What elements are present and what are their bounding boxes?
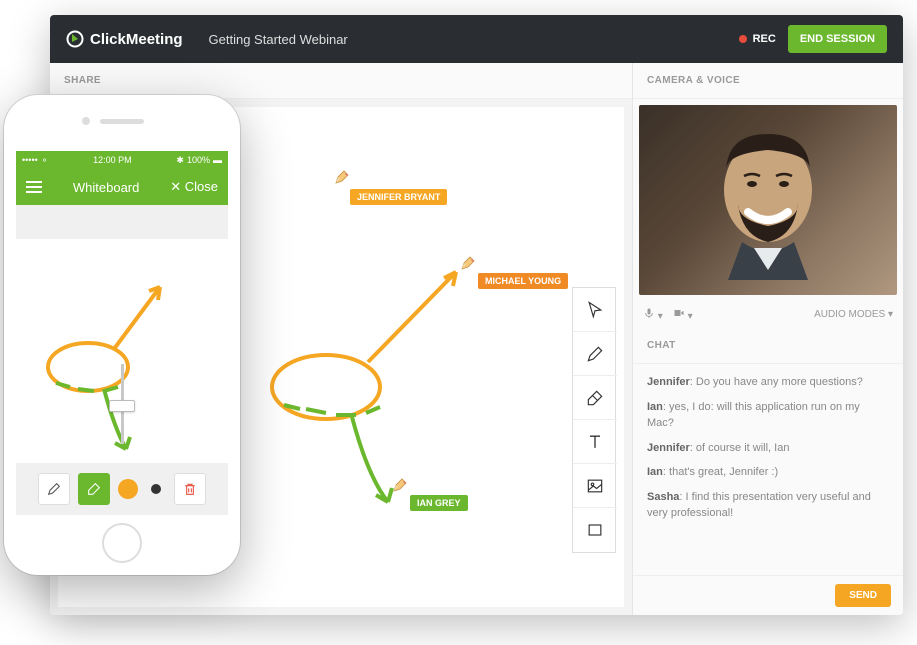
brand-name: ClickMeeting [90,31,183,48]
user-tag-jennifer: JENNIFER BRYANT [350,189,447,205]
recording-indicator: REC [739,33,776,45]
chat-message: Ian: that's great, Jennifer :) [647,464,889,481]
phone-whiteboard[interactable] [16,239,228,463]
top-bar: ClickMeeting Getting Started Webinar REC… [50,15,903,63]
presenter-avatar [698,120,838,280]
phone-subheader [16,205,228,239]
battery-icon: ▬ [213,155,222,165]
phone-mockup: ••••• ⚬ 12:00 PM ✱ 100% ▬ Whiteboard ✕ C… [4,95,240,575]
battery-label: 100% [187,155,210,165]
drawing-toolbar [572,287,616,553]
video-feed[interactable] [639,105,897,295]
user-tag-michael: MICHAEL YOUNG [478,273,568,289]
chat-message: Ian: yes, I do: will this application ru… [647,399,889,432]
phone-status-bar: ••••• ⚬ 12:00 PM ✱ 100% ▬ [16,151,228,169]
audio-modes-button[interactable]: AUDIO MODES ▾ [814,309,893,320]
phone-front-camera [82,117,90,125]
phone-screen: ••••• ⚬ 12:00 PM ✱ 100% ▬ Whiteboard ✕ C… [16,151,228,515]
pencil-cursor-icon [392,477,408,493]
phone-app-header: Whiteboard ✕ Close [16,169,228,205]
send-button[interactable]: SEND [835,584,891,607]
share-header: SHARE [50,63,632,99]
chat-message: Jennifer: Do you have any more questions… [647,374,889,391]
phone-home-button[interactable] [102,523,142,563]
end-session-button[interactable]: END SESSION [788,25,887,53]
phone-tool-delete[interactable] [174,473,206,505]
rec-dot-icon [739,35,747,43]
chat-message: Jennifer: of course it will, Ian [647,440,889,457]
slider-thumb[interactable] [109,400,135,412]
pencil-cursor-icon [334,169,350,185]
user-tag-ian: IAN GREY [410,495,468,511]
camera-panel: CAMERA & VOICE [633,63,903,328]
phone-tool-eraser[interactable] [78,473,110,505]
hamburger-icon[interactable] [26,181,42,193]
phone-title: Whiteboard [42,180,170,195]
session-title: Getting Started Webinar [209,32,348,47]
logo-icon [66,30,84,48]
right-column: CAMERA & VOICE [633,63,903,615]
rec-label: REC [753,33,776,45]
chat-message: Sasha: I find this presentation very use… [647,489,889,522]
tool-text[interactable] [573,420,617,464]
pencil-cursor-icon [460,255,476,271]
chat-messages[interactable]: Jennifer: Do you have any more questions… [633,364,903,575]
chat-panel: CHAT Jennifer: Do you have any more ques… [633,328,903,615]
camera-header: CAMERA & VOICE [633,63,903,99]
tool-eraser[interactable] [573,376,617,420]
tool-cursor[interactable] [573,288,617,332]
mic-button[interactable]: ▾ [643,307,663,322]
phone-speaker [100,119,144,124]
chat-header: CHAT [633,328,903,364]
camera-button[interactable]: ▾ [673,307,693,322]
phone-close-button[interactable]: ✕ Close [170,179,218,195]
wifi-icon: ⚬ [41,155,49,166]
color-swatch-orange[interactable] [118,479,138,499]
tool-pencil[interactable] [573,332,617,376]
tool-image[interactable] [573,464,617,508]
phone-time: 12:00 PM [93,155,132,165]
phone-toolbar [16,463,228,515]
signal-icon: ••••• [22,155,38,165]
tool-rectangle[interactable] [573,508,617,552]
color-swatch-black[interactable] [151,484,161,494]
stroke-width-slider[interactable] [107,359,137,449]
av-controls: ▾ ▾ AUDIO MODES ▾ [633,301,903,328]
phone-tool-pencil[interactable] [38,473,70,505]
brand-logo: ClickMeeting [66,30,183,48]
